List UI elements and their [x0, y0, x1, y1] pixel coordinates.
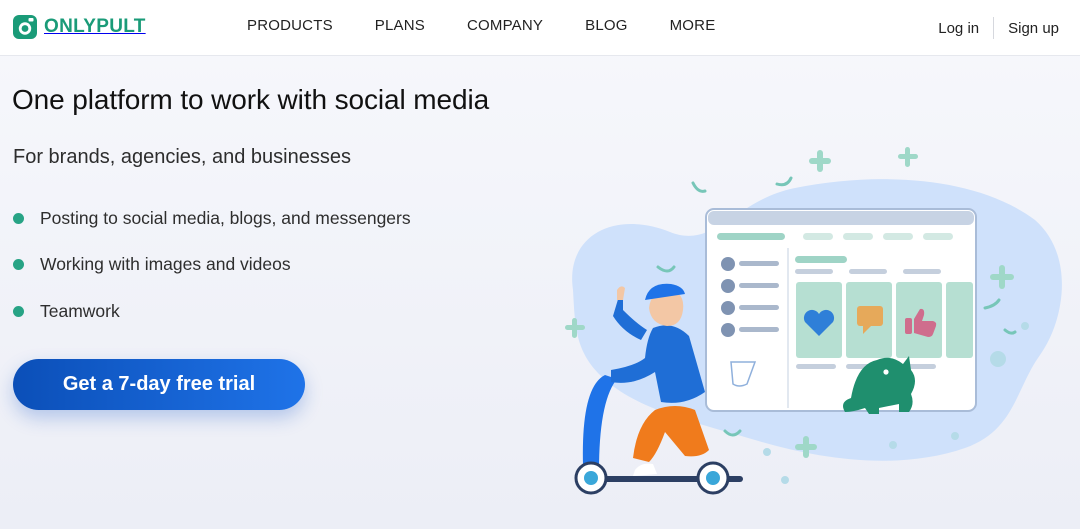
- nav-item-plans[interactable]: PLANS: [361, 17, 425, 34]
- nav-item-blog[interactable]: BLOG: [571, 17, 627, 34]
- feature-text: Posting to social media, blogs, and mess…: [40, 207, 411, 228]
- nav-item-products[interactable]: PRODUCTS: [233, 17, 333, 34]
- bullet-dot-icon: [13, 305, 24, 317]
- auth-divider: [993, 17, 995, 39]
- brand-logo[interactable]: ONLYPULT: [12, 14, 146, 40]
- feature-list: Posting to social media, blogs, and mess…: [13, 205, 411, 345]
- nav-item-company[interactable]: COMPANY: [453, 17, 543, 34]
- bullet-dot-icon: [13, 259, 24, 270]
- main-nav: PRODUCTS PLANS COMPANY BLOG MORE: [233, 17, 715, 34]
- feature-text: Working with images and videos: [40, 254, 291, 274]
- brand-name: ONLYPULT: [44, 16, 146, 37]
- feature-item: Working with images and videos: [13, 252, 411, 278]
- bullet-dot-icon: [13, 212, 24, 224]
- camera-logo-icon: [13, 15, 37, 39]
- hero-illustration: [565, 147, 1062, 495]
- site-header: ONLYPULT PRODUCTS PLANS COMPANY BLOG MOR…: [0, 0, 1080, 56]
- nav-item-more[interactable]: MORE: [656, 17, 716, 34]
- free-trial-button[interactable]: Get a 7-day free trial: [13, 359, 305, 410]
- auth-links: Log in Sign up: [938, 17, 1059, 39]
- hero-subtitle: For brands, agencies, and businesses: [13, 146, 351, 168]
- login-link[interactable]: Log in: [938, 20, 979, 37]
- feature-item: Teamwork: [13, 298, 411, 324]
- feature-item: Posting to social media, blogs, and mess…: [13, 205, 411, 231]
- hero-title: One platform to work with social media: [12, 84, 490, 115]
- feature-text: Teamwork: [40, 300, 120, 321]
- signup-link[interactable]: Sign up: [1008, 20, 1059, 37]
